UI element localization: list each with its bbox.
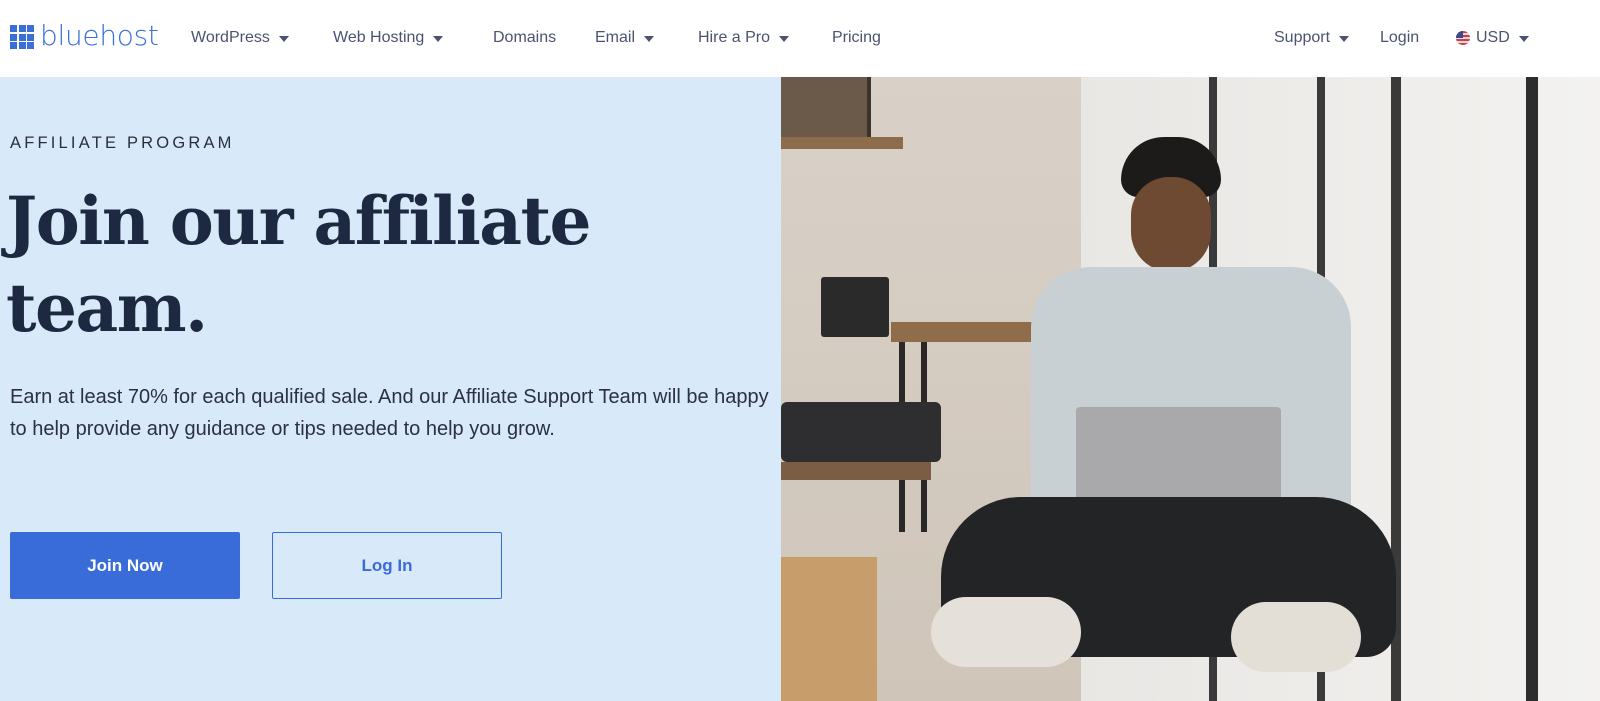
nav-item-web-hosting[interactable]: Web Hosting xyxy=(333,29,444,47)
caret-down-icon xyxy=(433,35,444,42)
nav-item-label: Login xyxy=(1380,29,1420,46)
caret-down-icon xyxy=(1518,35,1529,42)
caret-down-icon xyxy=(644,35,655,42)
nav-item-pricing[interactable]: Pricing xyxy=(832,29,881,47)
join-now-button[interactable]: Join Now xyxy=(10,532,240,599)
caret-down-icon xyxy=(779,35,790,42)
nav-item-login[interactable]: Login xyxy=(1380,29,1419,47)
hero-headline: Join our affiliate team. xyxy=(6,182,592,347)
logo-grid-icon xyxy=(10,25,34,49)
site-header: bluehost WordPress Web Hosting Domains E… xyxy=(0,0,1600,77)
nav-item-label: WordPress xyxy=(191,29,270,46)
currency-selector[interactable]: USD xyxy=(1456,29,1529,47)
hero-eyebrow: AFFILIATE PROGRAM xyxy=(10,134,235,152)
log-in-button[interactable]: Log In xyxy=(272,532,502,599)
nav-item-hire-a-pro[interactable]: Hire a Pro xyxy=(698,29,790,47)
nav-item-label: Pricing xyxy=(832,29,881,46)
logo-text: bluehost xyxy=(40,18,159,52)
us-flag-icon xyxy=(1456,31,1470,45)
bluehost-logo[interactable]: bluehost xyxy=(10,20,159,54)
nav-item-label: Email xyxy=(595,29,636,46)
nav-item-support[interactable]: Support xyxy=(1274,29,1350,47)
caret-down-icon xyxy=(1339,35,1350,42)
nav-item-wordpress[interactable]: WordPress xyxy=(191,29,289,47)
nav-item-domains[interactable]: Domains xyxy=(493,29,556,47)
nav-item-email[interactable]: Email xyxy=(595,29,655,47)
nav-item-label: Domains xyxy=(493,29,557,46)
caret-down-icon xyxy=(278,35,289,42)
hero-image xyxy=(781,77,1600,701)
hero-description: Earn at least 70% for each qualified sal… xyxy=(10,386,769,440)
nav-item-label: Support xyxy=(1274,29,1331,46)
nav-item-label: Web Hosting xyxy=(333,29,425,46)
currency-label: USD xyxy=(1476,29,1510,46)
nav-item-label: Hire a Pro xyxy=(698,29,771,46)
